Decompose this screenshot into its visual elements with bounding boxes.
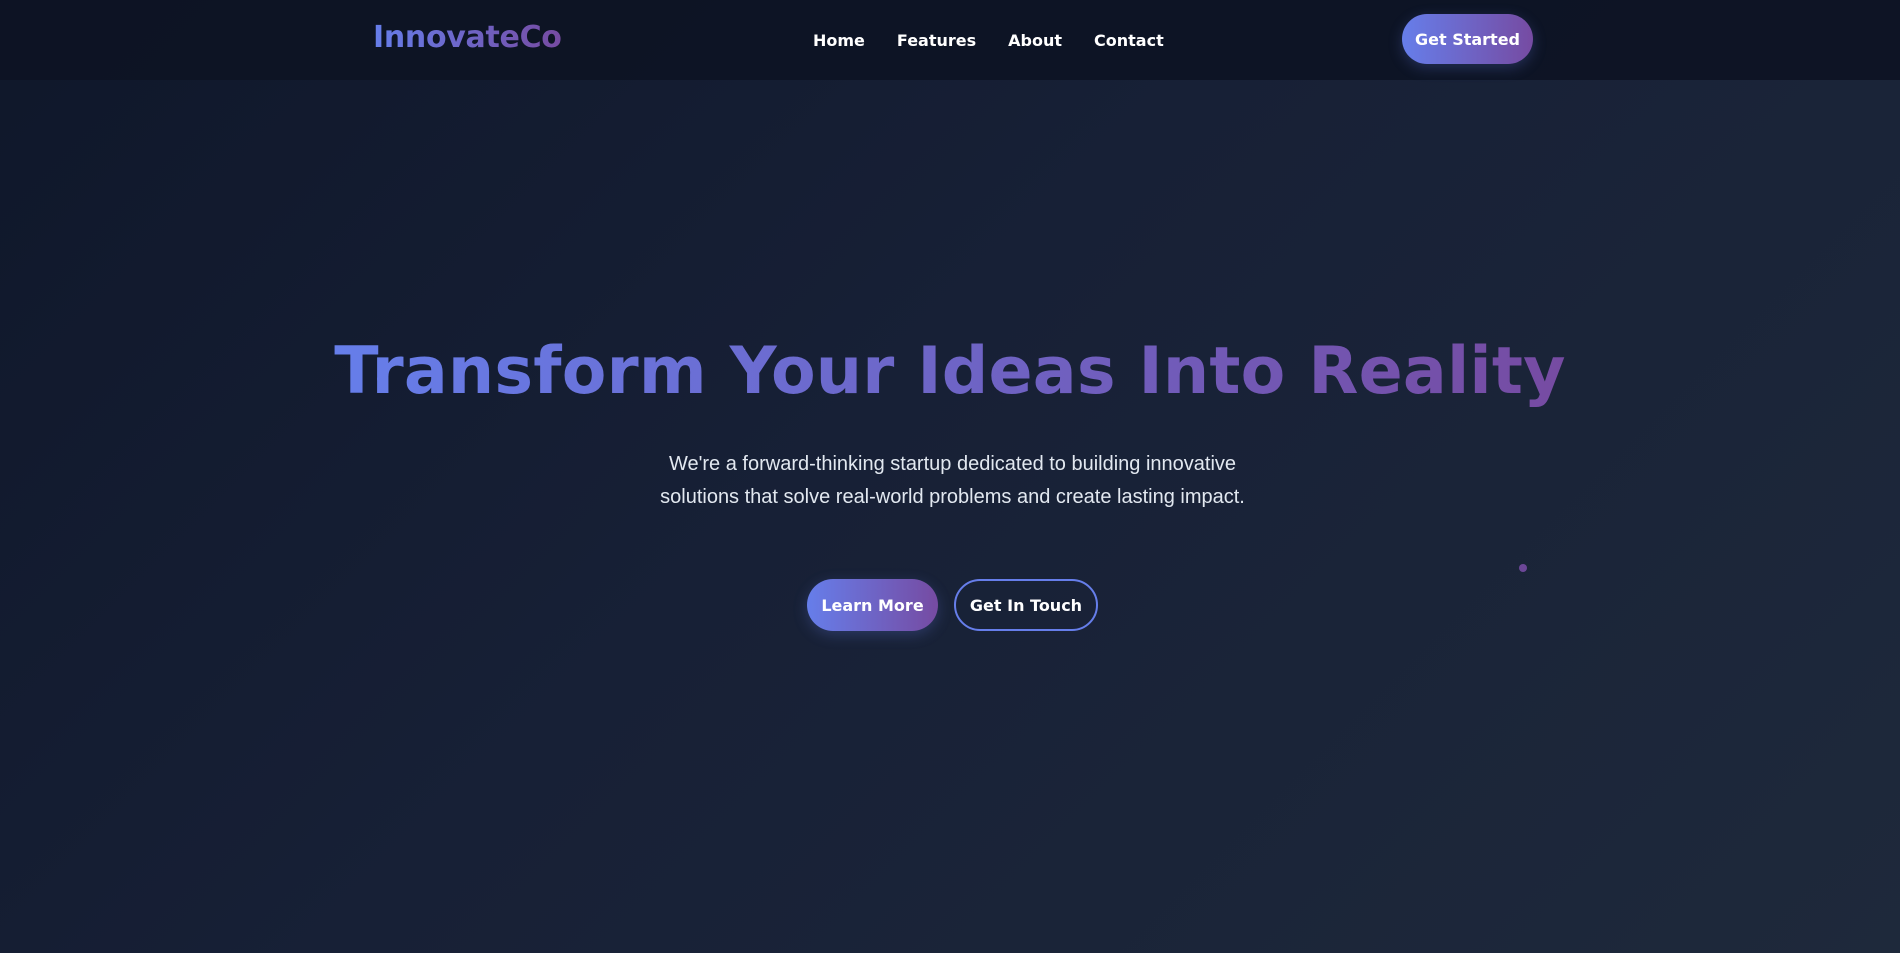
hero-description: We're a forward-thinking startup dedicat… [660,453,1245,508]
nav-link-contact[interactable]: Contact [1094,31,1164,50]
nav-item-home: Home [813,31,865,50]
nav-link-about[interactable]: About [1008,31,1062,50]
hero-actions: Learn More Get In Touch [807,579,1098,631]
nav-item-features: Features [897,31,976,50]
nav-item-about: About [1008,31,1062,50]
nav-link-features[interactable]: Features [897,31,976,50]
hero-title-text: Transform Your Ideas Into Reality [334,334,1566,409]
hero-title: Transform Your Ideas Into Reality [0,334,1900,409]
nav-item-contact: Contact [1094,31,1164,50]
get-in-touch-button[interactable]: Get In Touch [954,579,1098,631]
navbar: InnovateCo Home Features About Contact G… [0,0,1900,80]
get-started-button[interactable]: Get Started [1402,14,1533,64]
brand-logo[interactable]: InnovateCo [373,20,562,55]
nav-link-home[interactable]: Home [813,31,865,50]
learn-more-button[interactable]: Learn More [807,579,938,631]
nav-links: Home Features About Contact [813,0,1164,80]
decorative-dot [1519,564,1527,572]
